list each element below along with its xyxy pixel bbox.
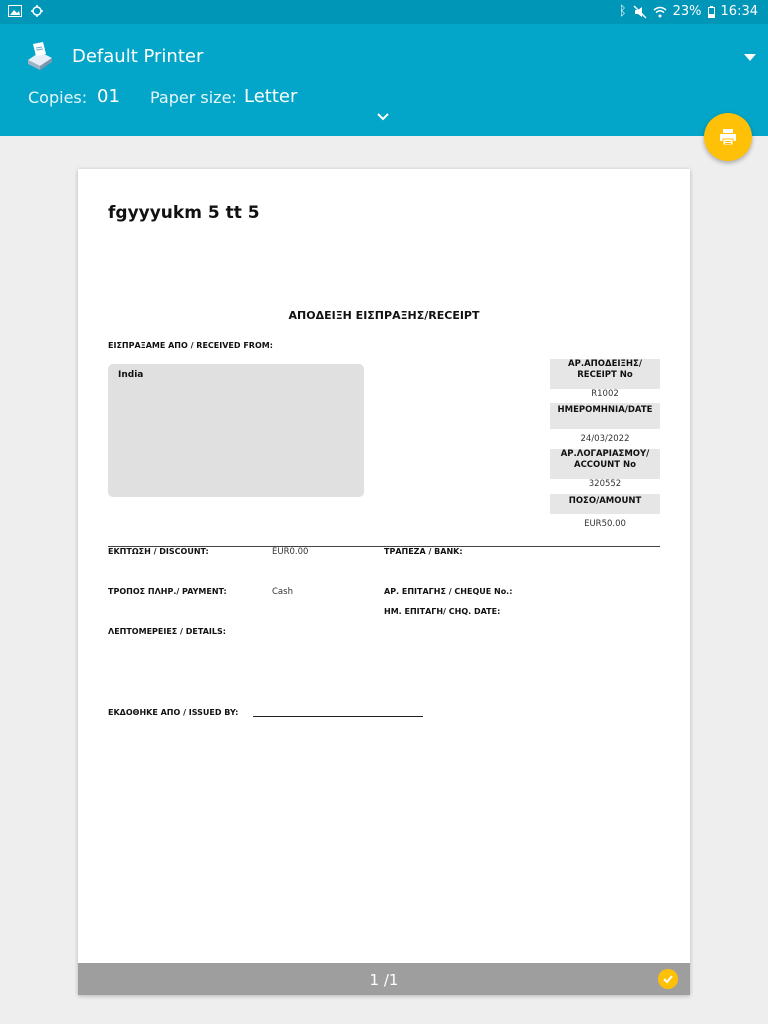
payment-label: ΤΡΟΠΟΣ ΠΛΗΡ./ PAYMENT: bbox=[108, 587, 227, 596]
issued-by-label: ΕΚΔΟΘΗΚΕ ΑΠΟ / ISSUED BY: bbox=[108, 708, 239, 717]
print-icon bbox=[720, 129, 736, 146]
account-no-label: ΑΡ.ΛΟΓΑΡΙΑΣΜΟΥ/ ACCOUNT No bbox=[550, 449, 660, 479]
cheque-date-label: ΗΜ. ΕΠΙΤΑΓΗ/ CHQ. DATE: bbox=[384, 607, 501, 616]
print-preview-page: fgyyyukm 5 tt 5 ΑΠΟΔΕΙΞΗ ΕΙΣΠΡΑΞΗΣ/RECEI… bbox=[78, 169, 690, 995]
received-from-label: ΕΙΣΠΡΑΞΑΜΕ ΑΠΟ / RECEIVED FROM: bbox=[108, 341, 273, 350]
printer-selector[interactable]: Default Printer bbox=[72, 46, 203, 67]
page-footer: 1 /1 bbox=[78, 963, 690, 995]
receipt-no-value: R1002 bbox=[591, 389, 619, 399]
printer-app-icon bbox=[28, 42, 52, 70]
status-bar: ᛒ 23% 16:34 bbox=[0, 0, 768, 24]
printer-dropdown-icon[interactable] bbox=[744, 54, 756, 61]
payment-value: Cash bbox=[272, 587, 293, 597]
battery-icon bbox=[707, 5, 715, 18]
discount-label: ΕΚΠΤΩΣΗ / DISCOUNT: bbox=[108, 547, 209, 556]
print-options-header: Default Printer Copies: 01 Paper size: L… bbox=[0, 24, 768, 136]
clock: 16:34 bbox=[720, 4, 758, 19]
sync-icon bbox=[31, 5, 43, 17]
amount-value: EUR50.00 bbox=[584, 519, 626, 529]
wifi-icon bbox=[653, 6, 667, 17]
battery-percent: 23% bbox=[672, 4, 702, 19]
paper-size-select[interactable]: Letter bbox=[244, 86, 297, 107]
check-icon bbox=[663, 975, 673, 984]
paper-size-label: Paper size: bbox=[150, 88, 237, 107]
details-label: ΛΕΠΤΟΜΕΡΕΙΕΣ / DETAILS: bbox=[108, 627, 226, 636]
print-button[interactable] bbox=[704, 113, 752, 161]
date-label: ΗΜΕΡΟΜΗΝΙΑ/DATE bbox=[550, 403, 660, 429]
chevron-down-icon[interactable] bbox=[376, 112, 390, 122]
receipt-heading: ΑΠΟΔΕΙΞΗ ΕΙΣΠΡΑΞΗΣ/RECEIPT bbox=[288, 309, 480, 322]
discount-value: EUR0.00 bbox=[272, 547, 309, 557]
amount-label: ΠΟΣΟ/AMOUNT bbox=[550, 494, 660, 514]
signature-line bbox=[253, 716, 423, 717]
bank-label: ΤΡΑΠΕΖΑ / BANK: bbox=[384, 547, 463, 556]
received-from-box: India bbox=[108, 364, 364, 497]
page-indicator: 1 /1 bbox=[369, 971, 399, 989]
account-no-value: 320552 bbox=[588, 479, 622, 489]
page-selected-check-icon[interactable] bbox=[658, 969, 678, 989]
mute-icon bbox=[633, 4, 647, 19]
receipt-no-label: ΑΡ.ΑΠΟΔΕΙΞΗΣ/ RECEIPT No bbox=[550, 359, 660, 389]
date-value: 24/03/2022 bbox=[580, 434, 630, 444]
copies-label: Copies: bbox=[28, 88, 88, 107]
image-icon bbox=[8, 5, 22, 17]
document-title: fgyyyukm 5 tt 5 bbox=[108, 203, 260, 223]
cheque-no-label: ΑΡ. ΕΠΙΤΑΓΗΣ / CHEQUE No.: bbox=[384, 587, 513, 596]
copies-input[interactable]: 01 bbox=[97, 86, 120, 107]
bluetooth-icon: ᛒ bbox=[618, 4, 627, 19]
received-from-value: India bbox=[118, 370, 144, 380]
